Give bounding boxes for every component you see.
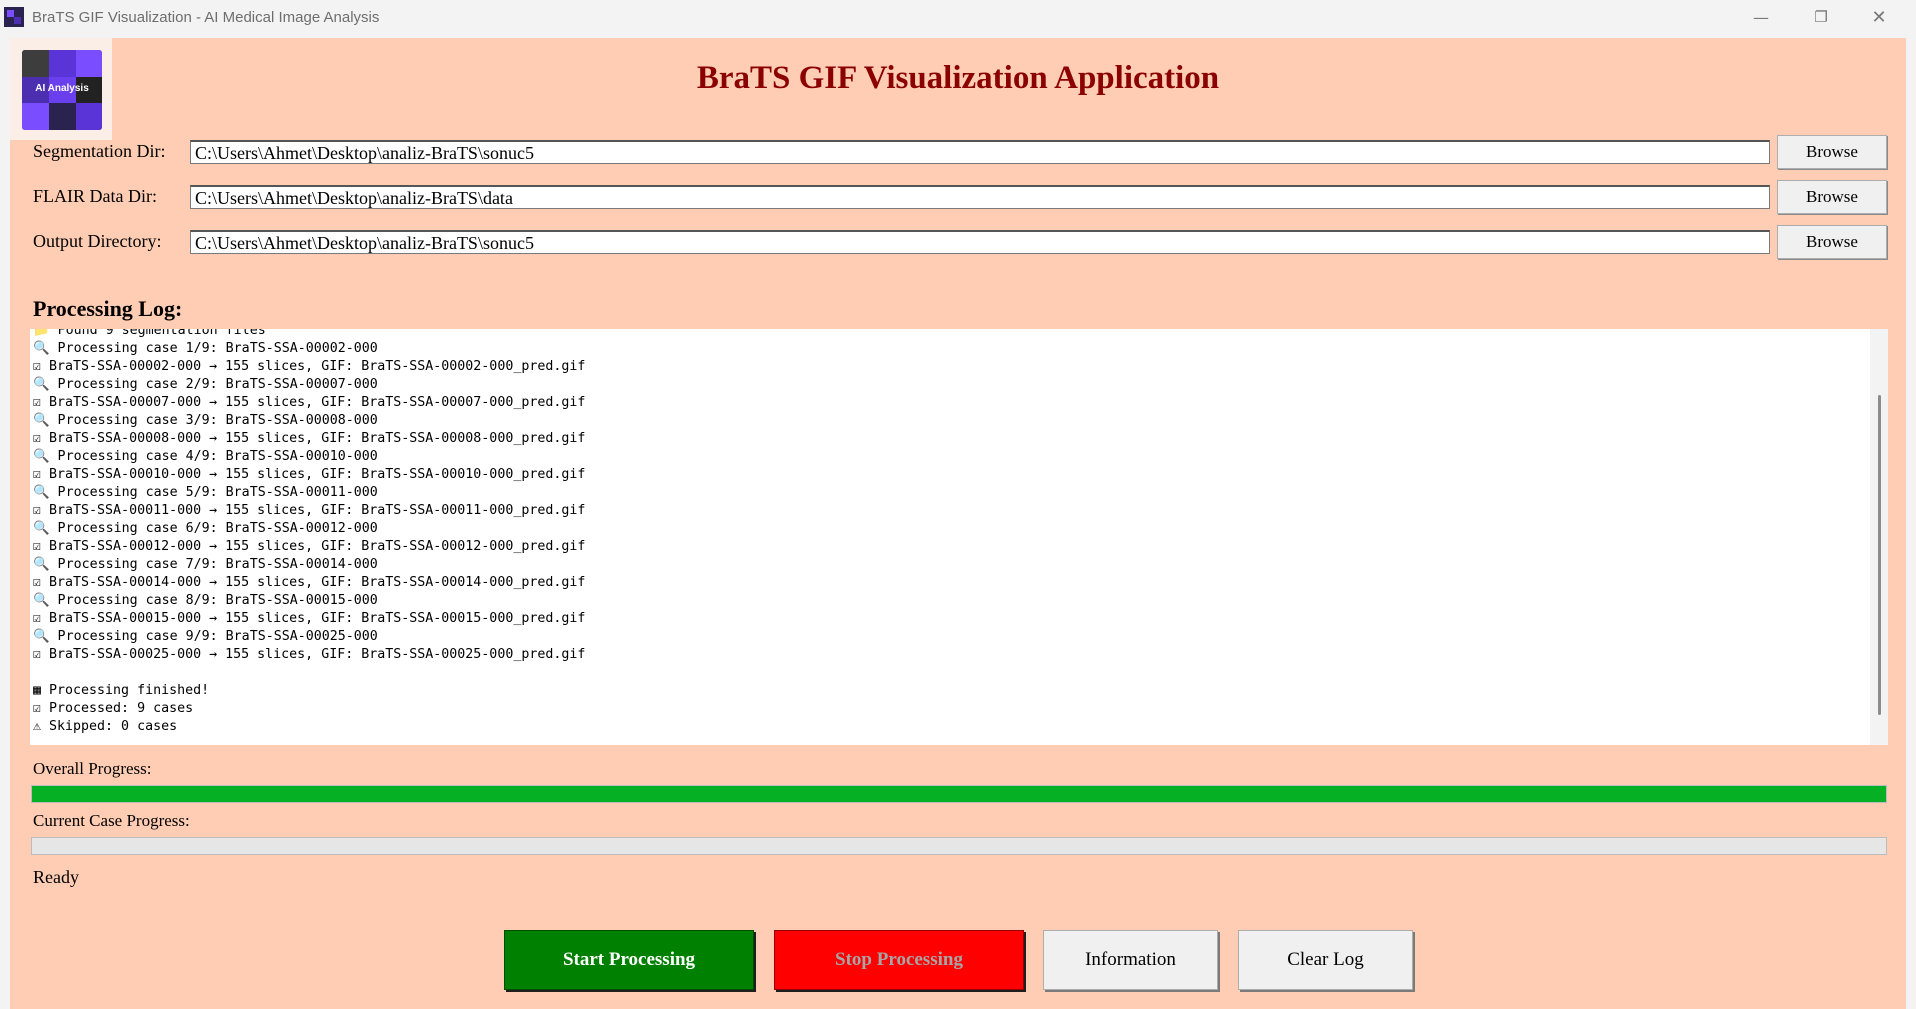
- log-line: 🔍 Processing case 9/9: BraTS-SSA-00025-0…: [33, 629, 378, 644]
- minimize-icon[interactable]: —: [1732, 0, 1790, 34]
- log-line: ☑ BraTS-SSA-00014-000 → 155 slices, GIF:…: [33, 575, 586, 590]
- output-dir-label: Output Directory:: [33, 231, 162, 251]
- log-line: ☑ BraTS-SSA-00002-000 → 155 slices, GIF:…: [33, 359, 586, 374]
- log-line: 🔍 Processing case 8/9: BraTS-SSA-00015-0…: [33, 593, 378, 608]
- processing-log-title: Processing Log:: [33, 296, 183, 321]
- app-icon: [4, 7, 24, 27]
- overall-progress-bar: [31, 785, 1887, 803]
- log-line: 🔍 Processing case 7/9: BraTS-SSA-00014-0…: [33, 557, 378, 572]
- log-line: ☑ Processed: 9 cases: [33, 701, 194, 716]
- segmentation-browse-button[interactable]: Browse: [1777, 135, 1887, 169]
- overall-progress-label: Overall Progress:: [33, 759, 152, 778]
- current-progress-label: Current Case Progress:: [33, 811, 190, 830]
- information-button[interactable]: Information: [1043, 930, 1218, 990]
- log-line: 📁 Found 9 segmentation files: [33, 329, 266, 338]
- output-browse-button[interactable]: Browse: [1777, 225, 1887, 259]
- processing-log[interactable]: 📁 Found 9 segmentation files 🔍 Processing…: [30, 329, 1870, 745]
- log-line: ☑ BraTS-SSA-00015-000 → 155 slices, GIF:…: [33, 611, 586, 626]
- log-line: 🔍 Processing case 5/9: BraTS-SSA-00011-0…: [33, 485, 378, 500]
- log-line: ☑ BraTS-SSA-00010-000 → 155 slices, GIF:…: [33, 467, 586, 482]
- segmentation-dir-label: Segmentation Dir:: [33, 141, 166, 161]
- start-processing-button[interactable]: Start Processing: [504, 930, 754, 990]
- current-progress-bar: [31, 837, 1887, 855]
- log-line: ☑ BraTS-SSA-00007-000 → 155 slices, GIF:…: [33, 395, 586, 410]
- output-dir-input[interactable]: C:\Users\Ahmet\Desktop\analiz-BraTS\sonu…: [190, 230, 1770, 254]
- app-title: BraTS GIF Visualization Application: [696, 60, 1220, 96]
- log-line: 🔍 Processing case 4/9: BraTS-SSA-00010-0…: [33, 449, 378, 464]
- maximize-icon[interactable]: ❐: [1792, 0, 1850, 34]
- log-line: ▦ Processing finished!: [33, 683, 210, 698]
- flair-dir-input[interactable]: C:\Users\Ahmet\Desktop\analiz-BraTS\data: [190, 185, 1770, 209]
- clear-log-button[interactable]: Clear Log: [1238, 930, 1413, 990]
- stop-processing-button[interactable]: Stop Processing: [774, 930, 1024, 990]
- title-bar: BraTS GIF Visualization - AI Medical Ima…: [0, 0, 1916, 34]
- log-line: 🔍 Processing case 3/9: BraTS-SSA-00008-0…: [33, 413, 378, 428]
- flair-browse-button[interactable]: Browse: [1777, 180, 1887, 214]
- log-line: ⚠ Skipped: 0 cases: [33, 719, 178, 734]
- close-icon[interactable]: ✕: [1850, 0, 1908, 34]
- log-line: 🔍 Processing case 1/9: BraTS-SSA-00002-0…: [33, 341, 378, 356]
- log-line: ☑ BraTS-SSA-00012-000 → 155 slices, GIF:…: [33, 539, 586, 554]
- overall-progress-fill: [32, 786, 1886, 802]
- log-scrollbar[interactable]: [1870, 329, 1888, 745]
- window-title: BraTS GIF Visualization - AI Medical Ima…: [32, 8, 380, 26]
- status-text: Ready: [33, 867, 79, 887]
- log-line: ☑ BraTS-SSA-00008-000 → 155 slices, GIF:…: [33, 431, 586, 446]
- log-line: 🔍 Processing case 2/9: BraTS-SSA-00007-0…: [33, 377, 378, 392]
- log-line: ☑ BraTS-SSA-00025-000 → 155 slices, GIF:…: [33, 647, 586, 662]
- log-lines: 📁 Found 9 segmentation files 🔍 Processing…: [33, 329, 585, 736]
- log-line: 🔍 Processing case 6/9: BraTS-SSA-00012-0…: [33, 521, 378, 536]
- log-scrollbar-thumb[interactable]: [1878, 395, 1881, 715]
- segmentation-dir-input[interactable]: C:\Users\Ahmet\Desktop\analiz-BraTS\sonu…: [190, 140, 1770, 164]
- flair-dir-label: FLAIR Data Dir:: [33, 186, 157, 206]
- log-line: ☑ BraTS-SSA-00011-000 → 155 slices, GIF:…: [33, 503, 586, 518]
